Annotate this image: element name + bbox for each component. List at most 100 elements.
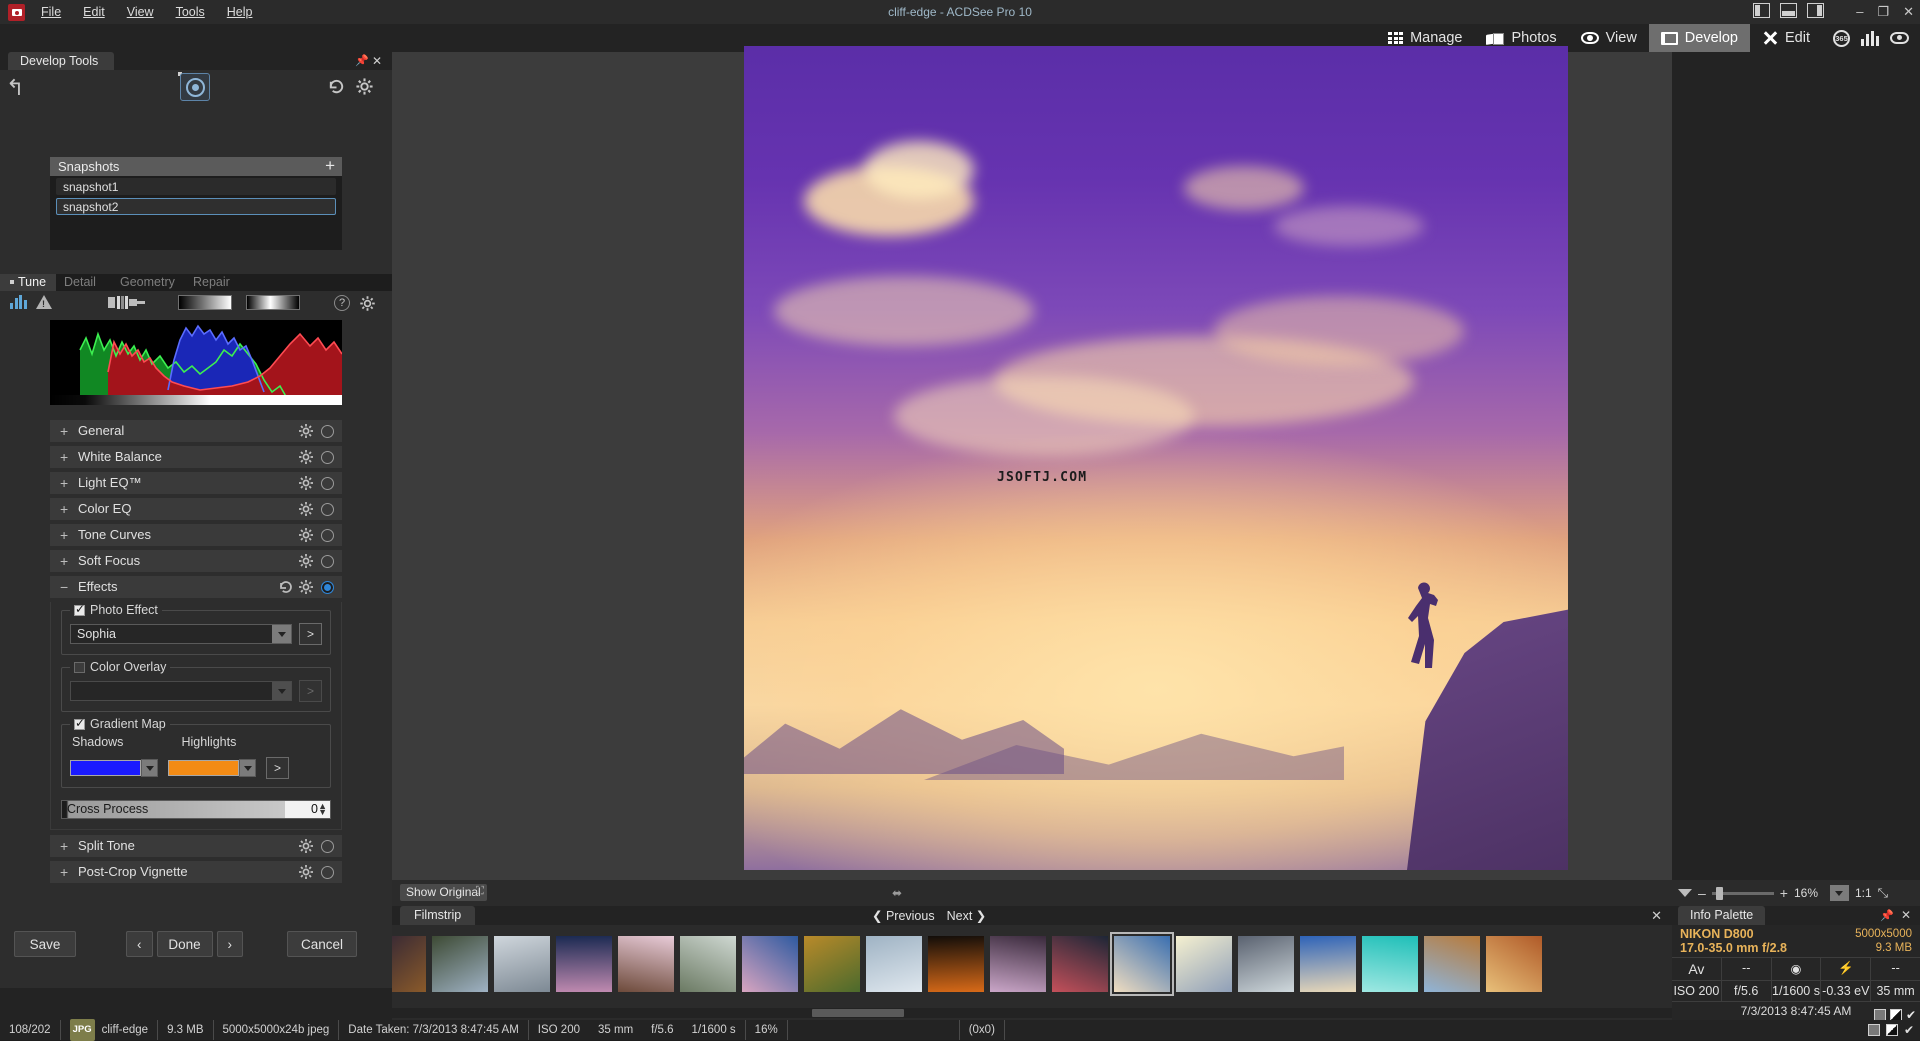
enable-toggle[interactable] [321, 555, 334, 568]
next-image-button[interactable]: › [217, 931, 244, 957]
subtab-detail[interactable]: Detail [54, 274, 106, 291]
layout-right-icon[interactable] [1807, 3, 1824, 18]
thumbnail-spring-river[interactable] [742, 936, 798, 992]
check-icon[interactable]: ✔ [1904, 1023, 1914, 1037]
cancel-button[interactable]: Cancel [287, 931, 357, 957]
tab-view[interactable]: View [1569, 24, 1649, 52]
panel-resize-handle[interactable]: ⬌ [892, 886, 902, 900]
thumbnail-autumn-trees[interactable] [804, 936, 860, 992]
clipping-warning-icon[interactable] [36, 295, 52, 309]
gear-icon[interactable] [298, 449, 314, 465]
thumbnail-campfire[interactable] [928, 936, 984, 992]
chevron-down-icon[interactable] [272, 625, 291, 643]
help-icon[interactable]: ? [334, 295, 350, 311]
section-effects[interactable]: − Effects [50, 576, 342, 598]
thumbnail-city-night[interactable] [392, 936, 426, 992]
brush-icon[interactable] [108, 295, 146, 310]
tab-filmstrip[interactable]: Filmstrip [400, 906, 475, 925]
minimize-button[interactable]: – [1856, 0, 1863, 24]
section-tone-curves[interactable]: + Tone Curves [50, 524, 342, 546]
enable-toggle[interactable] [321, 451, 334, 464]
section-split-tone[interactable]: + Split Tone [50, 835, 342, 857]
section-color-eq[interactable]: + Color EQ [50, 498, 342, 520]
thumbnail-red-dunes[interactable] [1486, 936, 1542, 992]
tab-develop[interactable]: Develop [1649, 24, 1750, 52]
enable-toggle[interactable] [321, 840, 334, 853]
previous-button[interactable]: ❮ Previous [872, 908, 935, 923]
chevron-down-icon[interactable] [141, 759, 158, 777]
zoom-preset-dropdown[interactable] [1830, 885, 1849, 901]
add-snapshot-button[interactable]: + [325, 156, 335, 176]
color-overlay-more-button[interactable]: > [299, 680, 322, 702]
tab-info-palette[interactable]: Info Palette [1678, 906, 1765, 925]
gear-icon[interactable] [298, 475, 314, 491]
color-overlay-select[interactable] [70, 681, 292, 701]
menu-tools[interactable]: Tools [165, 0, 216, 24]
zoom-out-button[interactable]: – [1698, 887, 1706, 899]
gradient-swatch-linear[interactable] [178, 295, 232, 310]
panel-close-icon[interactable]: ✕ [372, 55, 382, 67]
photo-effect-select[interactable]: Sophia [70, 624, 292, 644]
thumbnail-waterfall-bw[interactable] [494, 936, 550, 992]
color-overlay-checkbox[interactable] [74, 662, 85, 673]
enable-toggle[interactable] [321, 581, 334, 594]
tab-edit[interactable]: Edit [1750, 24, 1822, 52]
chevron-down-icon[interactable] [272, 682, 291, 700]
thumbnail-misty-mountain[interactable] [1176, 936, 1232, 992]
pin-icon[interactable]: 📌 [1880, 909, 1894, 922]
filmstrip-close-icon[interactable]: ✕ [1651, 908, 1662, 924]
histogram-icon[interactable] [1861, 31, 1879, 46]
tab-develop-tools[interactable]: Develop Tools [8, 52, 114, 70]
image-canvas[interactable]: JSOFTJ.COM [392, 52, 1672, 892]
histogram-toggle-icon[interactable] [10, 295, 27, 309]
thumbnail-snow-road[interactable] [680, 936, 736, 992]
filmstrip-scrollbar[interactable] [392, 1008, 1672, 1018]
chevron-down-icon[interactable] [1678, 889, 1692, 897]
thumbnail-stormy-sea[interactable] [1238, 936, 1294, 992]
chevron-down-icon[interactable] [239, 759, 256, 777]
layout-bottom-icon[interactable] [1780, 3, 1797, 18]
cross-process-slider[interactable]: Cross Process 0 ▲▼ [61, 800, 331, 819]
list-item[interactable]: snapshot2 [56, 198, 336, 215]
section-light-eq[interactable]: + Light EQ™ [50, 472, 342, 494]
filmstrip-thumbnails[interactable] [392, 925, 1672, 1003]
enable-toggle[interactable] [321, 503, 334, 516]
cross-process-value-field[interactable]: 0 ▲▼ [285, 801, 330, 818]
gear-icon[interactable] [298, 838, 314, 854]
highlights-color-picker[interactable] [168, 759, 256, 777]
enable-toggle[interactable] [321, 477, 334, 490]
previous-image-button[interactable]: ‹ [126, 931, 153, 957]
acdsee-365-icon[interactable]: 365 [1833, 30, 1850, 47]
shadows-swatch[interactable] [70, 760, 141, 776]
shadows-color-picker[interactable] [70, 759, 158, 777]
develop-mode-button[interactable] [180, 73, 210, 101]
stepper-icon[interactable]: ▲▼ [318, 803, 327, 815]
zoom-one-to-one-button[interactable]: 1:1 [1855, 886, 1872, 900]
gear-icon[interactable] [298, 579, 314, 595]
gear-icon[interactable] [298, 527, 314, 543]
menu-file[interactable]: File [30, 0, 72, 24]
thumbnail-desert-dunes[interactable] [1424, 936, 1480, 992]
contrast-icon[interactable] [1886, 1024, 1898, 1036]
thumbnail-blossom-night[interactable] [556, 936, 612, 992]
section-post-crop-vignette[interactable]: + Post-Crop Vignette [50, 861, 342, 883]
photo-effect-more-button[interactable]: > [299, 623, 322, 645]
undo-icon[interactable]: ↰ [6, 77, 30, 99]
gear-icon[interactable] [298, 423, 314, 439]
gradient-map-checkbox[interactable] [74, 719, 85, 730]
photo-effect-checkbox[interactable] [74, 605, 85, 616]
done-button[interactable]: Done [157, 931, 213, 957]
zoom-slider-thumb[interactable] [1716, 887, 1723, 900]
menu-view[interactable]: View [116, 0, 165, 24]
developed-photo[interactable]: JSOFTJ.COM [744, 46, 1568, 870]
thumbnail-cliff-monastery[interactable] [432, 936, 488, 992]
section-white-balance[interactable]: + White Balance [50, 446, 342, 468]
square-icon[interactable] [1868, 1024, 1880, 1036]
section-general[interactable]: + General [50, 420, 342, 442]
tune-settings-gear-icon[interactable] [359, 295, 376, 312]
thumbnail-silky-water[interactable] [866, 936, 922, 992]
gradient-swatch-radial[interactable] [246, 295, 300, 310]
close-button[interactable]: ✕ [1903, 0, 1914, 24]
enable-toggle[interactable] [321, 425, 334, 438]
subtab-geometry[interactable]: Geometry [110, 274, 185, 291]
